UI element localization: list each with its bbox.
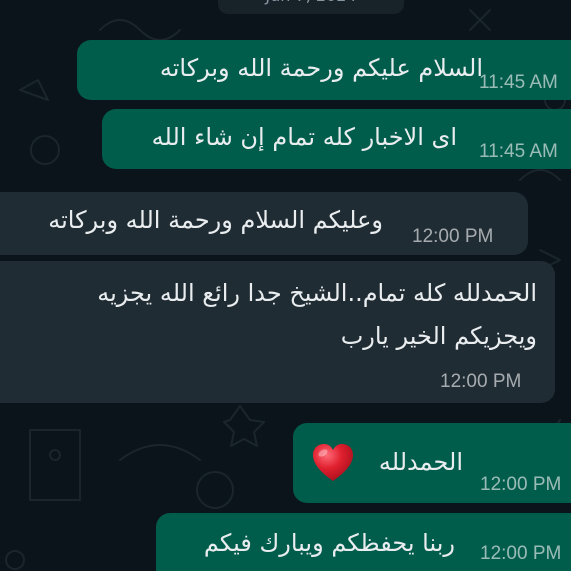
- chat-window: Jun 7, 2024 السلام عليكم ورحمة الله وبرك…: [0, 0, 571, 571]
- message-text: وعليكم السلام ورحمة الله وبركاته: [48, 206, 383, 234]
- message-text-line: ويجزيكم الخير يارب: [340, 322, 537, 350]
- message-bubble-outgoing[interactable]: ربنا يحفظكم ويبارك فيكم 12:00 PM: [156, 513, 571, 571]
- message-timestamp: 12:00 PM: [480, 474, 562, 495]
- message-bubble-outgoing[interactable]: اى الاخبار كله تمام إن شاء الله 11:45 AM: [102, 109, 571, 169]
- date-separator: Jun 7, 2024: [218, 0, 404, 14]
- message-text: الحمدلله: [378, 448, 463, 476]
- message-timestamp: 12:00 PM: [412, 226, 494, 247]
- message-text: السلام عليكم ورحمة الله وبركاته: [159, 54, 483, 82]
- message-timestamp: 12:00 PM: [440, 371, 522, 392]
- message-timestamp: 12:00 PM: [480, 543, 562, 564]
- red-heart-icon: [313, 444, 353, 481]
- message-timestamp: 11:45 AM: [479, 141, 558, 162]
- message-bubble-outgoing[interactable]: السلام عليكم ورحمة الله وبركاته 11:45 AM: [77, 40, 571, 100]
- message-bubble-incoming[interactable]: الحمدلله كله تمام..الشيخ جدا رائع الله ي…: [0, 261, 555, 403]
- message-text: ربنا يحفظكم ويبارك فيكم: [203, 529, 455, 557]
- message-text: اى الاخبار كله تمام إن شاء الله: [151, 123, 457, 151]
- message-bubble-incoming[interactable]: وعليكم السلام ورحمة الله وبركاته 12:00 P…: [0, 192, 528, 255]
- message-timestamp: 11:45 AM: [479, 72, 558, 93]
